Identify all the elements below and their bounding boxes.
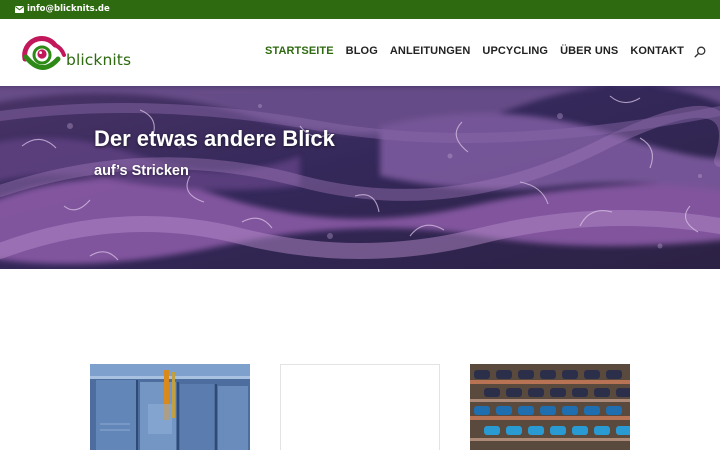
nav-kontakt[interactable]: KONTAKT: [630, 45, 684, 57]
site-logo[interactable]: blicknits: [20, 33, 131, 73]
email-text: info@blicknits.de: [27, 4, 110, 14]
envelope-icon: [15, 5, 24, 13]
main-nav: STARTSEITE BLOG ANLEITUNGEN UPCYCLING ÜB…: [265, 45, 684, 57]
nav-blog[interactable]: BLOG: [346, 45, 378, 57]
hero-subtitle: auf’s Stricken: [94, 163, 189, 179]
hero-banner: Der etwas andere Blick auf’s Stricken: [0, 86, 720, 269]
top-bar: info@blicknits.de: [0, 0, 720, 19]
post-card-placeholder[interactable]: [280, 364, 440, 450]
post-card-upcycling-denim[interactable]: [90, 364, 250, 450]
nav-startseite[interactable]: STARTSEITE: [265, 45, 334, 57]
site-header: blicknits STARTSEITE BLOG ANLEITUNGEN UP…: [0, 19, 720, 86]
knit-pattern-image: [470, 364, 630, 450]
nav-upcycling[interactable]: UPCYCLING: [482, 45, 548, 57]
search-icon[interactable]: [694, 46, 706, 58]
nav-anleitungen[interactable]: ANLEITUNGEN: [390, 45, 471, 57]
hero-title: Der etwas andere Blick: [94, 126, 335, 151]
nav-ueber-uns[interactable]: ÜBER UNS: [560, 45, 618, 57]
post-card-knit-pattern[interactable]: [470, 364, 630, 450]
email-link[interactable]: info@blicknits.de: [15, 4, 110, 14]
logo-text: blicknits: [66, 51, 132, 69]
logo-eye-icon: [22, 36, 66, 70]
denim-tool-roll-image: [90, 364, 250, 450]
